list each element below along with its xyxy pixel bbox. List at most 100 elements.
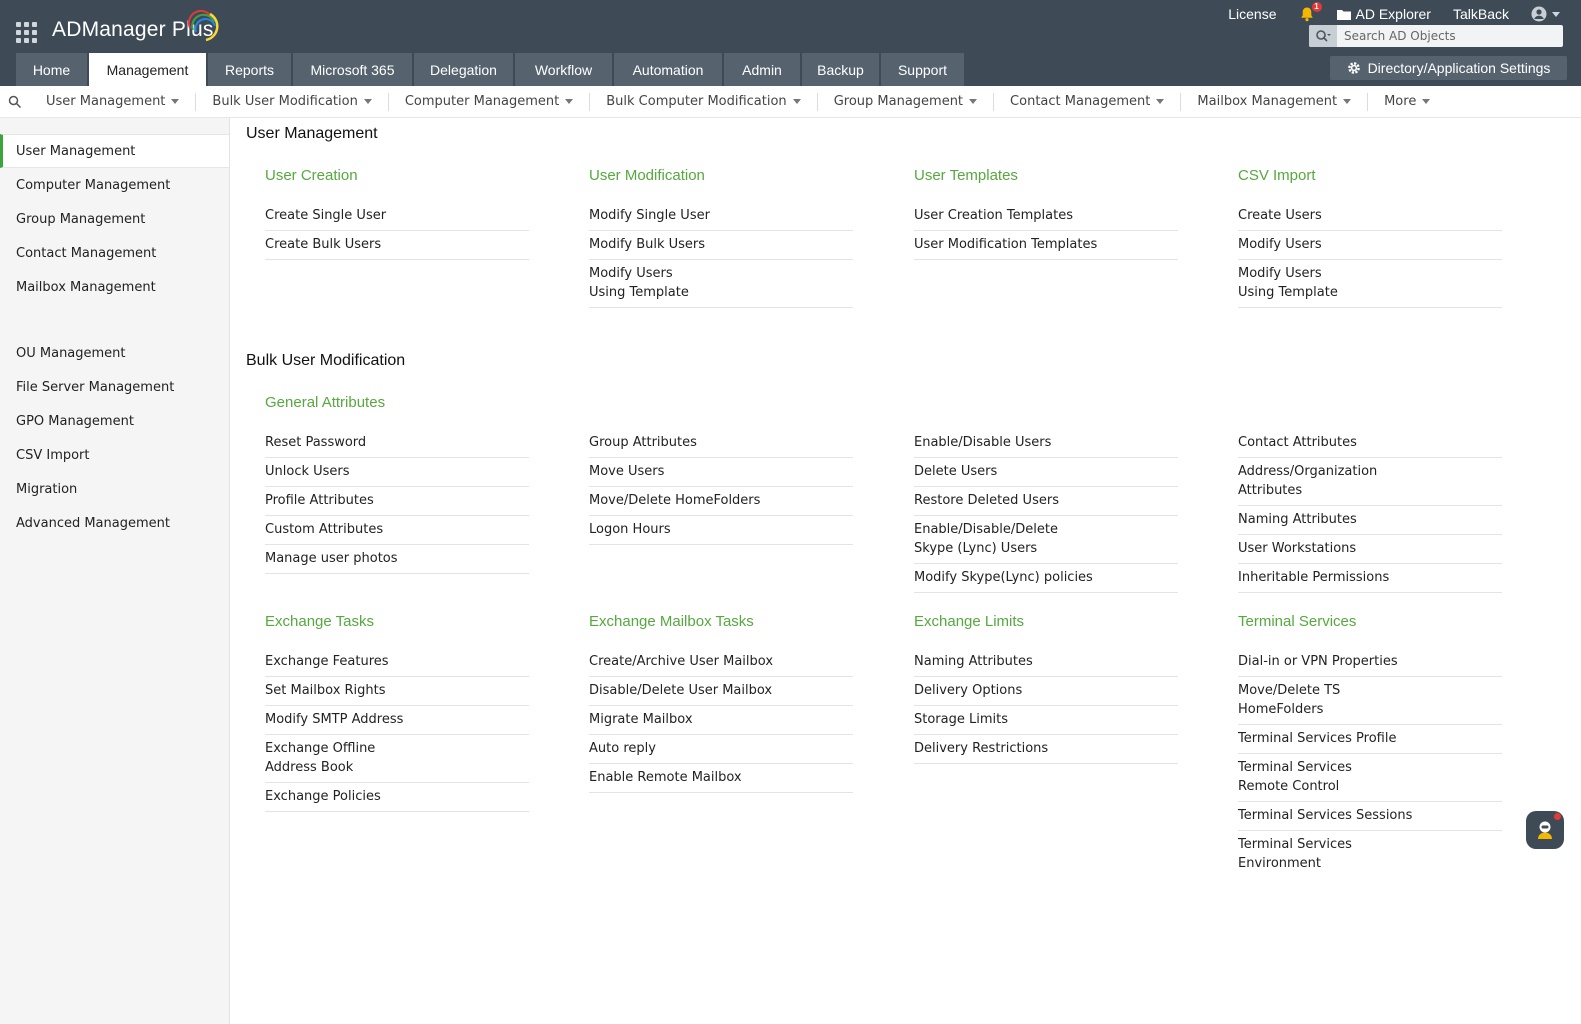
link-modify-bulk-users[interactable]: Modify Bulk Users xyxy=(589,231,853,260)
tab-home[interactable]: Home xyxy=(16,53,87,86)
link-custom-attributes[interactable]: Custom Attributes xyxy=(265,516,529,545)
link-exchange-offline-address-book[interactable]: Exchange Offline Address Book xyxy=(265,735,529,783)
subnav-user-management[interactable]: User Management xyxy=(30,92,197,111)
link-set-mailbox-rights[interactable]: Set Mailbox Rights xyxy=(265,677,529,706)
link-enable-disable-users[interactable]: Enable/Disable Users xyxy=(914,429,1178,458)
link-unlock-users[interactable]: Unlock Users xyxy=(265,458,529,487)
link-csv-modify-users-using-template[interactable]: Modify Users Using Template xyxy=(1238,260,1502,308)
link-exchange-policies[interactable]: Exchange Policies xyxy=(265,783,529,812)
subnav-more[interactable]: More xyxy=(1368,93,1446,111)
group-user-creation: User Creation Create Single User Create … xyxy=(265,167,529,260)
link-modify-users-using-template[interactable]: Modify Users Using Template xyxy=(589,260,853,308)
tab-support[interactable]: Support xyxy=(881,53,964,86)
apps-grid-icon[interactable] xyxy=(16,22,38,44)
talkback-link[interactable]: TalkBack xyxy=(1442,4,1520,24)
link-exchange-naming-attributes[interactable]: Naming Attributes xyxy=(914,648,1178,677)
link-delivery-restrictions[interactable]: Delivery Restrictions xyxy=(914,735,1178,764)
link-group-attributes[interactable]: Group Attributes xyxy=(589,429,853,458)
link-move-delete-homefolders[interactable]: Move/Delete HomeFolders xyxy=(589,487,853,516)
subnav-label: Group Management xyxy=(833,94,964,109)
tab-backup[interactable]: Backup xyxy=(802,53,879,86)
link-user-modification-templates[interactable]: User Modification Templates xyxy=(914,231,1178,260)
link-terminal-services-remote-control[interactable]: Terminal Services Remote Control xyxy=(1238,754,1502,802)
link-terminal-services-sessions[interactable]: Terminal Services Sessions xyxy=(1238,802,1502,831)
link-modify-smtp-address[interactable]: Modify SMTP Address xyxy=(265,706,529,735)
link-create-archive-user-mailbox[interactable]: Create/Archive User Mailbox xyxy=(589,648,853,677)
subnav-computer-management[interactable]: Computer Management xyxy=(389,92,591,111)
subnav-bulk-user-modification[interactable]: Bulk User Modification xyxy=(196,92,389,111)
link-auto-reply[interactable]: Auto reply xyxy=(589,735,853,764)
link-address-organization-attributes[interactable]: Address/Organization Attributes xyxy=(1238,458,1502,506)
sidebar-item-gpo-management[interactable]: GPO Management xyxy=(0,404,229,438)
subnav-group-management[interactable]: Group Management xyxy=(818,92,995,111)
link-restore-deleted-users[interactable]: Restore Deleted Users xyxy=(914,487,1178,516)
link-naming-attributes[interactable]: Naming Attributes xyxy=(1238,506,1502,535)
notifications-button[interactable]: 1 xyxy=(1288,2,1326,24)
link-create-bulk-users[interactable]: Create Bulk Users xyxy=(265,231,529,260)
directory-settings-button[interactable]: Directory/Application Settings xyxy=(1330,56,1567,80)
link-inheritable-permissions[interactable]: Inheritable Permissions xyxy=(1238,564,1502,593)
link-logon-hours[interactable]: Logon Hours xyxy=(589,516,853,545)
group-title: User Templates xyxy=(914,167,1018,184)
notification-badge: 1 xyxy=(1311,2,1322,12)
subnav-label: More xyxy=(1384,94,1417,109)
sidebar-item-mailbox-management[interactable]: Mailbox Management xyxy=(0,270,229,304)
user-menu[interactable] xyxy=(1520,4,1571,24)
link-migrate-mailbox[interactable]: Migrate Mailbox xyxy=(589,706,853,735)
chatbot-button[interactable] xyxy=(1526,811,1564,849)
tab-microsoft-365[interactable]: Microsoft 365 xyxy=(293,53,412,86)
chatbot-icon xyxy=(1538,821,1552,839)
sidebar-item-file-server-management[interactable]: File Server Management xyxy=(0,370,229,404)
sidebar-item-csv-import[interactable]: CSV Import xyxy=(0,438,229,472)
tab-delegation[interactable]: Delegation xyxy=(414,53,513,86)
license-link[interactable]: License xyxy=(1217,4,1287,24)
subnav-search-icon[interactable] xyxy=(0,86,30,118)
link-modify-users[interactable]: Modify Users xyxy=(1238,231,1502,260)
search-input[interactable] xyxy=(1337,29,1557,43)
sidebar-item-computer-management[interactable]: Computer Management xyxy=(0,168,229,202)
link-terminal-services-profile[interactable]: Terminal Services Profile xyxy=(1238,725,1502,754)
chevron-down-icon xyxy=(792,99,801,104)
sidebar-item-migration[interactable]: Migration xyxy=(0,472,229,506)
group-title: User Creation xyxy=(265,167,358,184)
sidebar-item-contact-management[interactable]: Contact Management xyxy=(0,236,229,270)
link-create-single-user[interactable]: Create Single User xyxy=(265,202,529,231)
link-move-users[interactable]: Move Users xyxy=(589,458,853,487)
link-move-delete-ts-homefolders[interactable]: Move/Delete TS HomeFolders xyxy=(1238,677,1502,725)
tab-reports[interactable]: Reports xyxy=(208,53,291,86)
link-manage-user-photos[interactable]: Manage user photos xyxy=(265,545,529,574)
subnav-contact-management[interactable]: Contact Management xyxy=(994,92,1182,111)
link-contact-attributes[interactable]: Contact Attributes xyxy=(1238,429,1502,458)
link-delete-users[interactable]: Delete Users xyxy=(914,458,1178,487)
link-enable-disable-delete-skype-users[interactable]: Enable/Disable/Delete Skype (Lync) Users xyxy=(914,516,1178,564)
link-reset-password[interactable]: Reset Password xyxy=(265,429,529,458)
link-delivery-options[interactable]: Delivery Options xyxy=(914,677,1178,706)
ad-explorer-link[interactable]: AD Explorer xyxy=(1326,4,1442,24)
gear-icon xyxy=(1347,62,1360,74)
link-user-workstations[interactable]: User Workstations xyxy=(1238,535,1502,564)
link-storage-limits[interactable]: Storage Limits xyxy=(914,706,1178,735)
link-user-creation-templates[interactable]: User Creation Templates xyxy=(914,202,1178,231)
link-exchange-features[interactable]: Exchange Features xyxy=(265,648,529,677)
link-disable-delete-user-mailbox[interactable]: Disable/Delete User Mailbox xyxy=(589,677,853,706)
tab-workflow[interactable]: Workflow xyxy=(515,53,612,86)
link-enable-remote-mailbox[interactable]: Enable Remote Mailbox xyxy=(589,764,853,793)
sidebar-item-advanced-management[interactable]: Advanced Management xyxy=(0,506,229,540)
link-modify-skype-policies[interactable]: Modify Skype(Lync) policies xyxy=(914,564,1178,593)
top-header: ADManager Plus License 1 AD Explorer Tal… xyxy=(0,0,1581,86)
tab-admin[interactable]: Admin xyxy=(724,53,800,86)
sidebar-item-user-management[interactable]: User Management xyxy=(0,134,229,168)
link-modify-single-user[interactable]: Modify Single User xyxy=(589,202,853,231)
tab-automation[interactable]: Automation xyxy=(614,53,722,86)
link-create-users[interactable]: Create Users xyxy=(1238,202,1502,231)
subnav-bulk-computer-modification[interactable]: Bulk Computer Modification xyxy=(590,92,818,111)
tab-management[interactable]: Management xyxy=(89,53,206,86)
subnav-mailbox-management[interactable]: Mailbox Management xyxy=(1181,92,1369,111)
sidebar-item-group-management[interactable]: Group Management xyxy=(0,202,229,236)
link-dial-in-vpn-properties[interactable]: Dial-in or VPN Properties xyxy=(1238,648,1502,677)
search-icon[interactable] xyxy=(1309,25,1337,47)
link-terminal-services-environment[interactable]: Terminal Services Environment xyxy=(1238,831,1502,878)
sidebar-item-ou-management[interactable]: OU Management xyxy=(0,336,229,370)
link-profile-attributes[interactable]: Profile Attributes xyxy=(265,487,529,516)
user-avatar-icon xyxy=(1531,6,1547,22)
